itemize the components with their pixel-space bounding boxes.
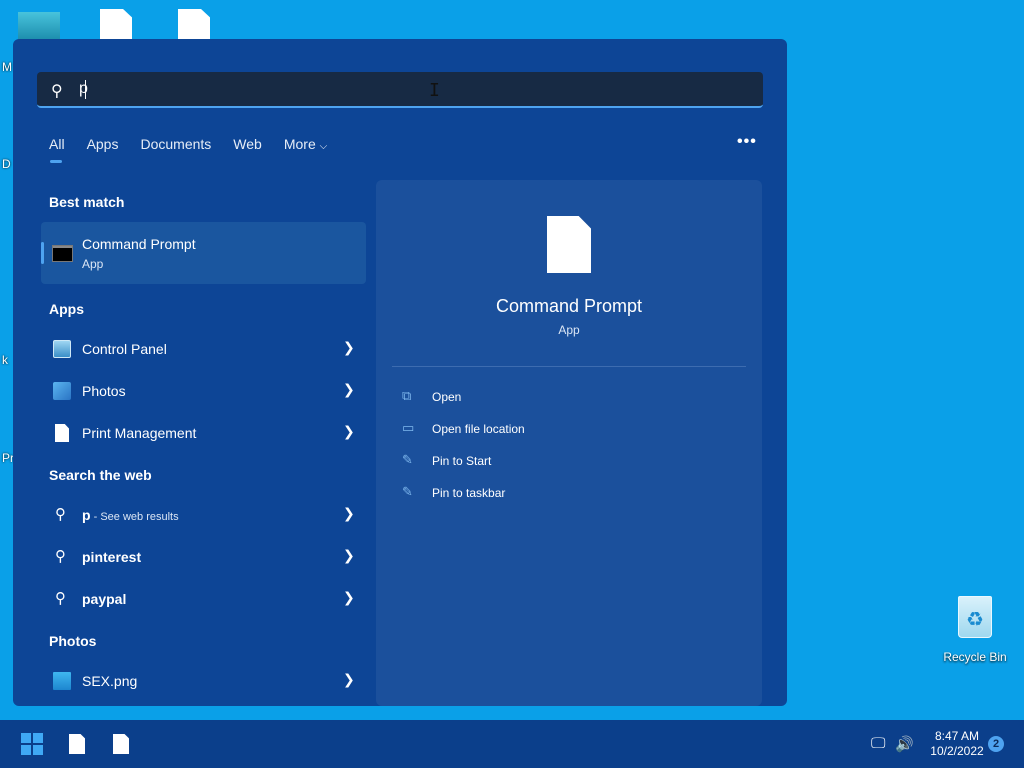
search-panel: ⚲ p I All Apps Documents Web More ⌵ ••• … <box>13 39 787 706</box>
photos-icon <box>53 382 71 400</box>
desktop-label-fragment: D <box>2 157 11 171</box>
tab-web[interactable]: Web <box>233 136 262 152</box>
network-icon[interactable]: 🖵 <box>871 735 885 752</box>
clock-time: 8:47 AM <box>934 729 980 743</box>
clock-date: 10/2/2022 <box>930 744 984 758</box>
folder-icon: ▭ <box>402 420 415 435</box>
web-result-suffix: - See web results <box>90 511 179 523</box>
chevron-right-icon[interactable]: ❯ <box>343 671 355 688</box>
preview-type: App <box>558 323 580 337</box>
search-input[interactable]: ⚲ p I <box>37 72 763 108</box>
photo-item[interactable]: SEX.png ❯ <box>41 662 366 700</box>
text-caret <box>85 80 86 99</box>
search-icon: ⚲ <box>51 83 63 100</box>
recycle-bin-icon: ♻ <box>958 596 992 638</box>
start-button[interactable] <box>21 733 43 755</box>
section-apps: Apps <box>49 301 84 317</box>
tab-more-label: More <box>283 136 316 152</box>
chevron-down-icon: ⌵ <box>319 141 328 152</box>
best-match-type: App <box>82 257 104 271</box>
notification-badge[interactable]: 2 <box>988 736 1004 752</box>
control-panel-icon <box>53 340 71 358</box>
app-item-label: Print Management <box>82 425 197 441</box>
web-result-label: paypal <box>82 591 126 607</box>
app-item-label: Photos <box>82 383 126 399</box>
preview-title: Command Prompt <box>495 296 643 316</box>
web-result-paypal[interactable]: ⚲ paypal ❯ <box>41 580 366 618</box>
section-best-match: Best match <box>49 194 125 210</box>
app-item-photos[interactable]: Photos ❯ <box>41 372 366 410</box>
command-prompt-icon <box>52 245 73 262</box>
web-result-query: pinterest <box>82 549 142 565</box>
clock[interactable]: 8:47 AM 10/2/2022 <box>918 729 996 759</box>
chevron-right-icon[interactable]: ❯ <box>343 505 355 522</box>
recycle-bin[interactable]: ♻ Recycle Bin <box>943 596 1007 664</box>
pin-icon: ✎ <box>402 452 413 467</box>
recycle-bin-label: Recycle Bin <box>943 650 1007 664</box>
tab-documents[interactable]: Documents <box>140 136 211 152</box>
tab-more[interactable]: More ⌵ <box>284 136 327 152</box>
search-icon: ⚲ <box>55 590 66 607</box>
best-match-item[interactable]: Command Prompt App <box>41 222 366 284</box>
file-icon <box>547 216 591 273</box>
web-result-pinterest[interactable]: ⚲ pinterest ❯ <box>41 538 366 576</box>
search-query: p <box>79 80 88 97</box>
web-result-p[interactable]: ⚲ p - See web results ❯ <box>41 496 366 534</box>
more-options-icon[interactable]: ••• <box>737 133 757 151</box>
chevron-right-icon[interactable]: ❯ <box>343 589 355 606</box>
app-item-print-management[interactable]: Print Management ❯ <box>41 414 366 452</box>
chevron-right-icon[interactable]: ❯ <box>343 423 355 440</box>
action-label: Pin to taskbar <box>432 486 506 500</box>
tab-apps[interactable]: Apps <box>87 136 119 152</box>
preview-pane: Command Prompt App ⧉ Open ▭ Open file lo… <box>376 180 762 706</box>
app-item-control-panel[interactable]: Control Panel ❯ <box>41 330 366 368</box>
image-file-icon <box>53 672 71 690</box>
chevron-right-icon[interactable]: ❯ <box>343 381 355 398</box>
filter-tabs: All Apps Documents Web More ⌵ <box>49 136 349 163</box>
volume-icon[interactable]: 🔊 <box>895 735 914 753</box>
divider <box>392 366 746 367</box>
web-result-query: p <box>82 507 91 523</box>
taskbar-file-icon[interactable] <box>69 734 85 754</box>
open-icon: ⧉ <box>402 388 412 403</box>
pin-icon: ✎ <box>402 484 413 499</box>
mouse-ibeam-cursor-icon: I <box>429 80 440 101</box>
section-photos: Photos <box>49 633 97 649</box>
tab-all[interactable]: All <box>49 136 65 163</box>
chevron-right-icon[interactable]: ❯ <box>343 547 355 564</box>
action-label: Pin to Start <box>432 454 492 468</box>
best-match-name: Command Prompt <box>82 236 196 252</box>
web-result-query: paypal <box>82 591 127 607</box>
chevron-right-icon[interactable]: ❯ <box>343 339 355 356</box>
document-icon <box>55 424 69 442</box>
app-item-label: Control Panel <box>82 341 167 357</box>
web-result-label: pinterest <box>82 549 141 565</box>
section-search-web: Search the web <box>49 467 152 483</box>
desktop-icon-1[interactable] <box>18 12 60 39</box>
action-label: Open <box>432 390 462 404</box>
taskbar: 🖵 🔊 8:47 AM 10/2/2022 2 <box>0 720 1024 768</box>
desktop-label-fragment: k <box>2 353 8 367</box>
taskbar-file-icon[interactable] <box>113 734 129 754</box>
action-label: Open file location <box>432 422 525 436</box>
search-icon: ⚲ <box>55 506 66 523</box>
photo-item-label: SEX.png <box>82 673 138 689</box>
search-icon: ⚲ <box>55 548 66 565</box>
desktop-label-fragment: M <box>2 60 12 74</box>
web-result-label: p - See web results <box>82 507 179 523</box>
